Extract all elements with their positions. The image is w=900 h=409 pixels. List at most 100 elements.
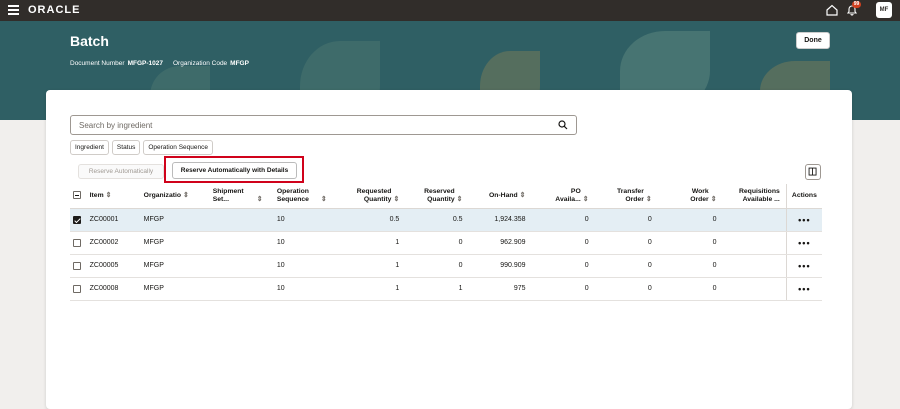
search-icon[interactable] <box>558 120 568 130</box>
header-shipment-set[interactable]: Shipment Set... ⇕ <box>212 184 277 209</box>
cell-po-available: 0 <box>531 208 595 232</box>
cell-po-available: 0 <box>531 277 595 301</box>
header-po-available[interactable]: PO Availa... ⇕ <box>531 184 595 209</box>
sort-icon[interactable]: ⇕ <box>711 196 717 203</box>
cell-po-available: 0 <box>531 231 595 255</box>
cell-item: ZC00002 <box>89 231 144 255</box>
document-number-label: Document Number <box>70 60 125 67</box>
reserve-automatically-with-details-button[interactable]: Reserve Automatically with Details <box>172 162 297 179</box>
cell-requisitions <box>722 231 787 255</box>
more-actions-icon[interactable]: ••• <box>798 215 810 225</box>
sort-icon[interactable]: ⇕ <box>520 192 526 199</box>
cell-requested-quantity: 1 <box>338 254 406 278</box>
cell-reserved-quantity: 0 <box>405 231 469 255</box>
select-all-checkbox[interactable] <box>73 191 81 200</box>
row-select-cell <box>70 277 90 301</box>
ingredients-table: Item ⇕ Organizatio ⇕ Shipment Set... ⇕ Oper… <box>70 184 822 301</box>
avatar[interactable]: MF <box>876 2 892 18</box>
row-checkbox[interactable] <box>73 261 81 270</box>
more-actions-icon[interactable]: ••• <box>798 261 810 271</box>
cell-on-hand: 975 <box>468 277 532 301</box>
cell-work-order: 0 <box>657 254 723 278</box>
done-button[interactable]: Done <box>796 32 830 49</box>
cell-shipment-set <box>212 208 277 232</box>
columns-button[interactable] <box>805 164 821 180</box>
cell-shipment-set <box>212 277 277 301</box>
org-code-field: Organization Code MFGP <box>173 60 249 67</box>
table-row[interactable]: ZC00001 MFGP 10 0.5 0.5 1,924.358 0 0 0 … <box>70 208 822 232</box>
cell-operation-sequence: 10 <box>276 208 339 232</box>
document-number-value: MFGP-1027 <box>127 60 163 67</box>
table-row[interactable]: ZC00002 MFGP 10 1 0 962.909 0 0 0 ••• <box>70 231 822 255</box>
sort-icon[interactable]: ⇕ <box>183 192 189 199</box>
reserve-automatically-button[interactable]: Reserve Automatically <box>78 164 164 179</box>
header-item[interactable]: Item ⇕ <box>89 184 144 209</box>
header-on-hand[interactable]: On-Hand ⇕ <box>468 184 532 209</box>
header-requested-quantity[interactable]: Requested Quantity ⇕ <box>338 184 406 209</box>
cell-on-hand: 990.909 <box>468 254 532 278</box>
sort-icon[interactable]: ⇕ <box>457 196 463 203</box>
row-checkbox[interactable] <box>73 215 81 224</box>
sort-icon[interactable]: ⇕ <box>393 196 399 203</box>
row-select-cell <box>70 231 90 255</box>
page-title: Batch <box>70 33 109 49</box>
cell-transfer-order: 0 <box>594 254 658 278</box>
table-row[interactable]: ZC00005 MFGP 10 1 0 990.909 0 0 0 ••• <box>70 254 822 278</box>
cell-organization: MFGP <box>143 231 213 255</box>
row-checkbox[interactable] <box>73 238 81 247</box>
filter-chip-ingredient[interactable]: Ingredient <box>70 140 109 155</box>
cell-item: ZC00005 <box>89 254 144 278</box>
cell-transfer-order: 0 <box>594 208 658 232</box>
menu-icon[interactable] <box>8 5 19 15</box>
header-operation-sequence[interactable]: Operation Sequence ⇕ <box>276 184 339 209</box>
cell-transfer-order: 0 <box>594 231 658 255</box>
filter-chips: Ingredient Status Operation Sequence <box>70 140 213 155</box>
header-organization[interactable]: Organizatio ⇕ <box>143 184 213 209</box>
filter-chip-status[interactable]: Status <box>111 140 141 155</box>
actions-cell: ••• <box>785 254 822 278</box>
cell-work-order: 0 <box>657 231 723 255</box>
sort-icon[interactable]: ⇕ <box>257 196 263 203</box>
cell-operation-sequence: 10 <box>276 231 339 255</box>
header-work-order[interactable]: Work Order ⇕ <box>657 184 723 209</box>
cell-reserved-quantity: 0.5 <box>405 208 469 232</box>
oracle-logo[interactable]: ORACLE <box>28 4 80 16</box>
more-actions-icon[interactable]: ••• <box>798 238 810 248</box>
cell-requisitions <box>722 208 787 232</box>
cell-requisitions <box>722 254 787 278</box>
table-row[interactable]: ZC00008 MFGP 10 1 1 975 0 0 0 ••• <box>70 277 822 301</box>
cell-on-hand: 1,924.358 <box>468 208 532 232</box>
actions-cell: ••• <box>785 208 822 232</box>
header-reserved-quantity[interactable]: Reserved Quantity ⇕ <box>405 184 469 209</box>
document-number-field: Document Number MFGP-1027 <box>70 60 163 67</box>
cell-item: ZC00001 <box>89 208 144 232</box>
sort-icon[interactable]: ⇕ <box>646 196 652 203</box>
cell-transfer-order: 0 <box>594 277 658 301</box>
cell-requested-quantity: 0.5 <box>338 208 406 232</box>
sort-icon[interactable]: ⇕ <box>321 196 327 203</box>
row-select-cell <box>70 208 90 232</box>
row-select-cell <box>70 254 90 278</box>
cell-on-hand: 962.909 <box>468 231 532 255</box>
cell-reserved-quantity: 0 <box>405 254 469 278</box>
cell-organization: MFGP <box>143 277 213 301</box>
header-transfer-order[interactable]: Transfer Order ⇕ <box>594 184 658 209</box>
more-actions-icon[interactable]: ••• <box>798 284 810 294</box>
document-meta: Document Number MFGP-1027 Organization Co… <box>70 60 249 67</box>
cell-po-available: 0 <box>531 254 595 278</box>
filter-chip-operation-sequence[interactable]: Operation Sequence <box>143 140 213 155</box>
cell-work-order: 0 <box>657 277 723 301</box>
actions-cell: ••• <box>785 277 822 301</box>
cell-operation-sequence: 10 <box>276 254 339 278</box>
home-icon[interactable] <box>825 3 839 17</box>
table-header-row: Item ⇕ Organizatio ⇕ Shipment Set... ⇕ Oper… <box>70 184 822 209</box>
cell-work-order: 0 <box>657 208 723 232</box>
cell-operation-sequence: 10 <box>276 277 339 301</box>
search-input[interactable] <box>70 115 577 135</box>
row-checkbox[interactable] <box>73 284 81 293</box>
cell-organization: MFGP <box>143 254 213 278</box>
sort-icon[interactable]: ⇕ <box>583 196 589 203</box>
header-requisitions-available[interactable]: Requisitions Available ... <box>722 184 787 209</box>
sort-icon[interactable]: ⇕ <box>106 192 112 199</box>
cell-shipment-set <box>212 231 277 255</box>
